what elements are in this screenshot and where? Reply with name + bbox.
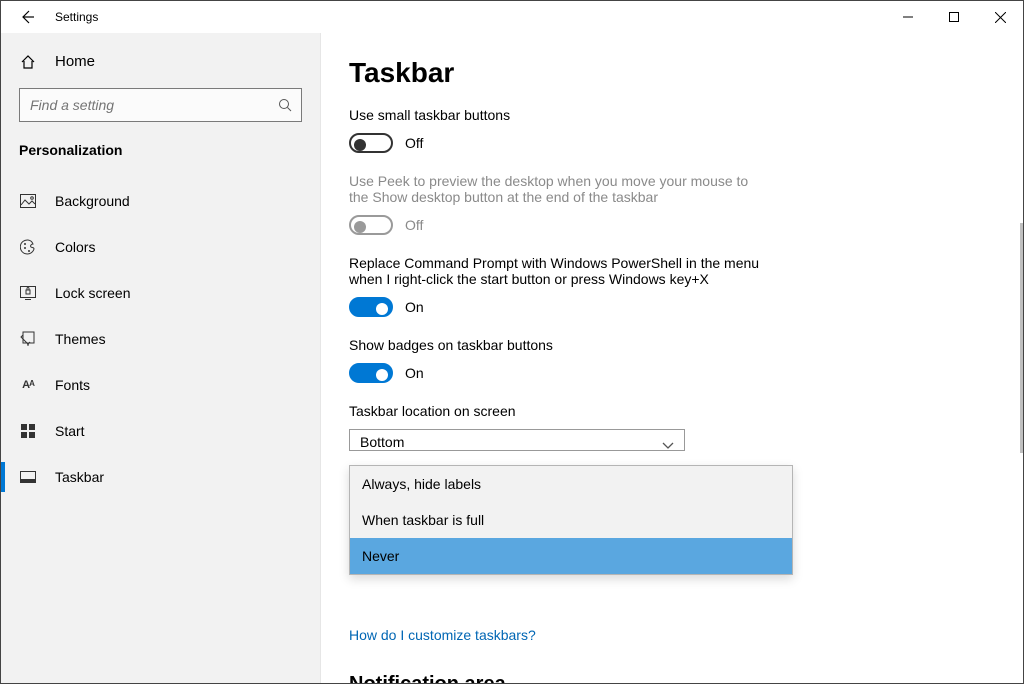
setting-taskbar-location: Taskbar location on screen Bottom bbox=[349, 403, 909, 451]
setting-label: Replace Command Prompt with Windows Powe… bbox=[349, 255, 769, 287]
window-title: Settings bbox=[55, 10, 98, 24]
setting-powershell: Replace Command Prompt with Windows Powe… bbox=[349, 255, 909, 317]
help-link[interactable]: How do I customize taskbars? bbox=[349, 627, 536, 643]
toggle-state: Off bbox=[405, 217, 423, 233]
home-label: Home bbox=[55, 53, 95, 70]
search-icon bbox=[278, 98, 292, 112]
start-icon bbox=[19, 424, 37, 438]
themes-icon bbox=[19, 331, 37, 347]
page-title: Taskbar bbox=[349, 57, 995, 89]
dropdown-option[interactable]: Always, hide labels bbox=[350, 466, 792, 502]
dropdown-option-selected[interactable]: Never bbox=[350, 538, 792, 574]
sidebar-item-label: Colors bbox=[55, 239, 95, 255]
sidebar-item-label: Start bbox=[55, 423, 85, 439]
setting-label: Show badges on taskbar buttons bbox=[349, 337, 909, 353]
picture-icon bbox=[19, 194, 37, 208]
dropdown-combine-buttons[interactable]: Always, hide labels When taskbar is full… bbox=[349, 465, 793, 575]
minimize-button[interactable] bbox=[885, 1, 931, 33]
setting-peek: Use Peek to preview the desktop when you… bbox=[349, 173, 909, 235]
dropdown-option[interactable]: When taskbar is full bbox=[350, 502, 792, 538]
toggle-powershell[interactable] bbox=[349, 297, 393, 317]
sidebar: Home Personalization Background bbox=[1, 33, 321, 683]
search-input[interactable] bbox=[19, 88, 302, 122]
setting-label: Taskbar location on screen bbox=[349, 403, 909, 419]
select-taskbar-location[interactable]: Bottom bbox=[349, 429, 685, 451]
sidebar-item-start[interactable]: Start bbox=[1, 408, 320, 454]
setting-small-buttons: Use small taskbar buttons Off bbox=[349, 107, 909, 153]
sidebar-item-label: Taskbar bbox=[55, 469, 104, 485]
section-heading-notification: Notification area bbox=[349, 673, 506, 683]
sidebar-item-lock-screen[interactable]: Lock screen bbox=[1, 270, 320, 316]
titlebar: Settings bbox=[1, 1, 1023, 33]
close-button[interactable] bbox=[977, 1, 1023, 33]
toggle-small-buttons[interactable] bbox=[349, 133, 393, 153]
taskbar-icon bbox=[19, 471, 37, 483]
sidebar-item-label: Background bbox=[55, 193, 130, 209]
scrollbar[interactable] bbox=[1020, 223, 1023, 453]
sidebar-item-label: Fonts bbox=[55, 377, 90, 393]
toggle-badges[interactable] bbox=[349, 363, 393, 383]
setting-label: Use Peek to preview the desktop when you… bbox=[349, 173, 769, 205]
sidebar-item-background[interactable]: Background bbox=[1, 178, 320, 224]
select-value: Bottom bbox=[360, 434, 404, 450]
back-button[interactable] bbox=[19, 9, 35, 25]
toggle-peek bbox=[349, 215, 393, 235]
setting-label: Use small taskbar buttons bbox=[349, 107, 909, 123]
lock-screen-icon bbox=[19, 286, 37, 300]
sidebar-item-colors[interactable]: Colors bbox=[1, 224, 320, 270]
chevron-down-icon bbox=[662, 442, 674, 450]
palette-icon bbox=[19, 239, 37, 255]
fonts-icon: AA bbox=[19, 379, 37, 391]
home-icon bbox=[19, 54, 37, 70]
home-button[interactable]: Home bbox=[1, 45, 320, 78]
toggle-state: On bbox=[405, 365, 424, 381]
setting-badges: Show badges on taskbar buttons On bbox=[349, 337, 909, 383]
maximize-button[interactable] bbox=[931, 1, 977, 33]
content-pane: Taskbar Use small taskbar buttons Off Us… bbox=[321, 33, 1023, 683]
search-box[interactable] bbox=[19, 88, 302, 122]
sidebar-item-taskbar[interactable]: Taskbar bbox=[1, 454, 320, 500]
sidebar-item-themes[interactable]: Themes bbox=[1, 316, 320, 362]
nav-list: Background Colors Lock screen bbox=[1, 178, 320, 500]
toggle-state: On bbox=[405, 299, 424, 315]
sidebar-item-label: Lock screen bbox=[55, 285, 130, 301]
sidebar-item-label: Themes bbox=[55, 331, 106, 347]
category-heading: Personalization bbox=[1, 136, 320, 178]
toggle-state: Off bbox=[405, 135, 423, 151]
sidebar-item-fonts[interactable]: AA Fonts bbox=[1, 362, 320, 408]
